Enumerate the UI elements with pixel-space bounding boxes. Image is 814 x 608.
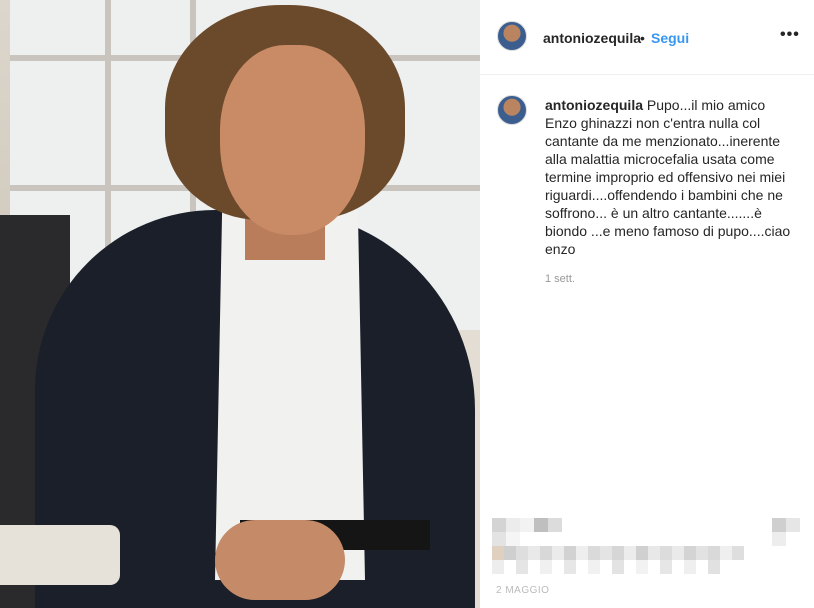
follow-button[interactable]: Segui — [651, 30, 689, 46]
post-timestamp[interactable]: 1 sett. — [545, 273, 575, 285]
post-header: antoniozequila • Segui ••• — [480, 0, 814, 75]
avatar[interactable] — [497, 21, 527, 51]
man-face — [220, 45, 365, 235]
chair-armrest — [0, 525, 120, 585]
window-frame — [105, 0, 111, 260]
separator-dot: • — [640, 30, 645, 46]
more-options-icon[interactable]: ••• — [780, 26, 800, 44]
post-caption: antoniozequila Pupo...il mio amico Enzo … — [545, 96, 795, 258]
header-username[interactable]: antoniozequila — [543, 30, 641, 46]
man-hand — [215, 520, 345, 600]
caption-avatar[interactable] — [497, 95, 527, 125]
post-date: 2 MAGGIO — [496, 585, 550, 596]
post-photo[interactable] — [0, 0, 480, 608]
caption-username[interactable]: antoniozequila — [545, 97, 643, 113]
caption-text: Pupo...il mio amico Enzo ghinazzi non c'… — [545, 97, 791, 257]
post-sidebar: antoniozequila • Segui ••• antoniozequil… — [480, 0, 814, 608]
